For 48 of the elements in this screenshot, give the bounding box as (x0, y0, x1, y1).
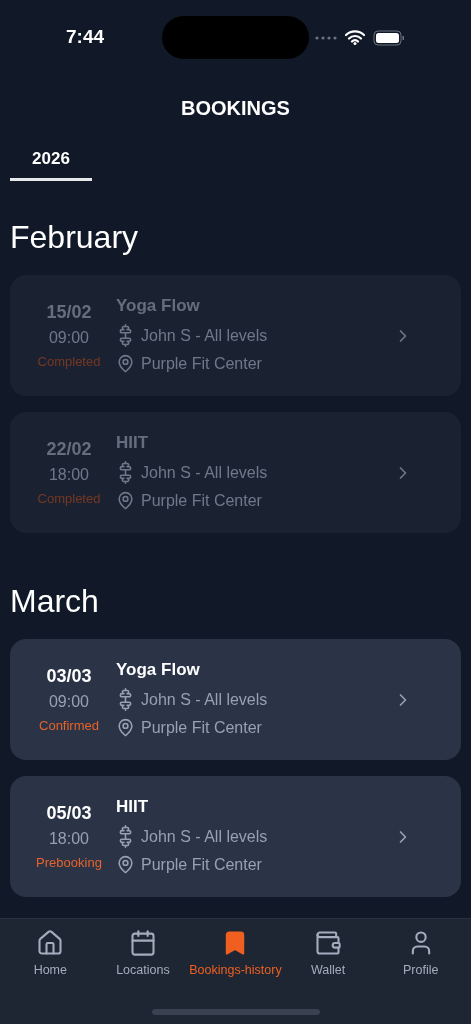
location-pin-icon (116, 718, 135, 737)
trainer-text: John S - All levels (141, 325, 268, 346)
location-pin-icon (116, 855, 135, 874)
wifi-icon (345, 30, 365, 45)
location-text: Purple Fit Center (141, 490, 262, 511)
nav-tab[interactable]: Profile (374, 929, 467, 980)
booking-time: 09:00 (48, 327, 89, 348)
booking-status: Completed (37, 352, 101, 371)
nav-tab[interactable]: Home (4, 929, 97, 980)
location-pin-icon (116, 354, 135, 373)
location-text: Purple Fit Center (141, 353, 262, 374)
month-heading: March (10, 582, 100, 621)
booking-time: 18:00 (48, 464, 89, 485)
trainer-text: John S - All levels (141, 689, 268, 710)
booking-card[interactable]: 22/02 18:00 Completed HIIT John S - All levels Purple Fit Center (10, 412, 461, 533)
trainer-text: John S - All levels (141, 826, 268, 847)
booking-time: 09:00 (48, 691, 89, 712)
year-tab[interactable]: 2026 (10, 140, 92, 181)
status-time: 7:44 (66, 25, 105, 50)
page-title: BOOKINGS (181, 95, 290, 121)
booking-card[interactable]: 05/03 18:00 Prebooking HIIT John S - All levels Purple Fit Center (10, 776, 461, 897)
class-name: HIIT (116, 795, 150, 818)
booking-card[interactable]: 03/03 09:00 Confirmed Yoga Flow John S - All levels Purple Fit Center (10, 639, 461, 760)
battery-icon (373, 29, 405, 46)
calendar-icon (128, 929, 157, 957)
location-pin-icon (116, 491, 135, 510)
trainer-text: John S - All levels (141, 462, 268, 483)
booking-date: 15/02 (46, 300, 92, 324)
booking-card[interactable]: 15/02 09:00 Completed Yoga Flow John S - All levels Purple Fit Center (10, 275, 461, 396)
booking-date: 03/03 (46, 664, 92, 688)
booking-status: Completed (37, 489, 101, 508)
class-name: HIIT (116, 431, 150, 454)
booking-date: 22/02 (46, 437, 92, 461)
location-text: Purple Fit Center (141, 854, 262, 875)
signal-icon (315, 35, 337, 40)
booking-status: Confirmed (39, 716, 99, 735)
wallet-icon (314, 929, 343, 957)
month-heading: February (10, 218, 140, 257)
class-name: Yoga Flow (116, 294, 201, 317)
booking-date: 05/03 (46, 801, 92, 825)
location-text: Purple Fit Center (141, 717, 262, 738)
booking-status: Prebooking (36, 853, 102, 872)
nav-tab[interactable]: Bookings-history (189, 929, 282, 980)
home-icon (36, 929, 65, 957)
nav-tab[interactable]: Locations (96, 929, 190, 980)
nav-tab[interactable]: Wallet (281, 929, 375, 980)
class-name: Yoga Flow (116, 658, 201, 681)
booking-time: 18:00 (48, 828, 89, 849)
